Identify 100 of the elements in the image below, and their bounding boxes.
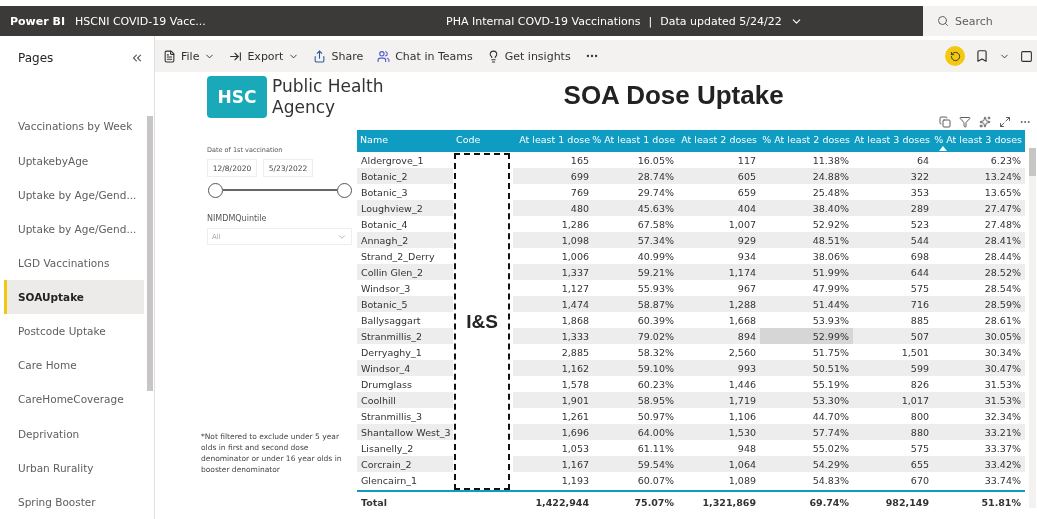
app-name[interactable]: Power BI [10,14,65,28]
share-icon [313,49,327,63]
table-cell: 58.87% [593,296,678,312]
table-cell: 30.47% [933,360,1025,376]
table-cell: 507 [853,328,933,344]
table-cell: 38.40% [760,200,853,216]
logo-text: Agency [272,97,337,118]
page-item[interactable]: Urban Rurality [4,450,144,485]
table-cell: 716 [853,296,933,312]
table-cell: Coolhill [357,392,453,408]
table-cell: Collin Glen_2 [357,264,453,280]
table-cell: 52.99% [760,328,853,344]
table-cell: 64.00% [593,424,678,440]
toolbar-button[interactable]: Chat in Teams [377,49,473,63]
table-cell: Botanic_2 [357,168,453,184]
page-item[interactable]: Postcode Uptake [4,314,144,349]
copy-icon[interactable] [939,116,951,128]
table-cell: 599 [853,360,933,376]
logo-text: Public Health [272,76,384,97]
page-item[interactable]: CareHomeCoverage [4,382,144,417]
table-cell: 880 [853,424,933,440]
data-updated-label[interactable]: Data updated 5/24/22 [660,14,782,28]
report-name[interactable]: HSCNI COVID-19 Vacc... [75,14,206,28]
table-cell: 54.29% [760,456,853,472]
table-cell: 929 [678,232,760,248]
logo-mark: HSC [207,76,267,118]
table-cell: 1,167 [513,456,593,472]
toolbar-button[interactable]: Export [229,49,300,63]
table-cell: 48.51% [760,232,853,248]
table-cell: 1,017 [853,392,933,408]
page-item[interactable]: Care Home [4,348,144,383]
bookmark-icon[interactable] [975,49,989,63]
table-cell: 993 [678,360,760,376]
table-cell: 480 [513,200,593,216]
table-cell: 45.63% [593,200,678,216]
page-item[interactable]: Uptake by Age/Gend... [4,211,144,246]
table-cell: 28.52% [933,264,1025,280]
page-item[interactable]: SOAUptake [4,280,144,315]
report-title: SOA Dose Uptake [563,80,784,111]
reset-button[interactable] [945,46,965,66]
filter-icon[interactable] [959,116,971,128]
page-item[interactable]: UptakebyAge [4,143,144,178]
table-cell: 1,901 [513,392,593,408]
table-cell: 1,474 [513,296,593,312]
table-cell: 57.74% [760,424,853,440]
table-cell: 31.53% [933,392,1025,408]
table-cell: 1,696 [513,424,593,440]
table-cell: 57.34% [593,232,678,248]
table-cell: 59.54% [593,456,678,472]
table-cell: 699 [513,168,593,184]
reset-icon [949,50,961,62]
table-cell: 322 [853,168,933,184]
table-cell: Botanic_5 [357,296,453,312]
table-cell: 1,064 [678,456,760,472]
redaction-box: I&S [454,153,510,490]
table-cell: 1,337 [513,264,593,280]
table-cell: 59.10% [593,360,678,376]
table-cell: 28.59% [933,296,1025,312]
table-cell: 1,162 [513,360,593,376]
focus-mode-icon[interactable] [999,116,1011,128]
table-cell: 1,530 [678,424,760,440]
table-cell: 289 [853,200,933,216]
table-cell: 1,719 [678,392,760,408]
file-icon [163,49,176,63]
table-cell: 30.05% [933,328,1025,344]
export-icon [229,49,243,63]
table-cell: 59.21% [593,264,678,280]
toolbar-button[interactable]: File [163,49,216,63]
table-cell: 50.51% [760,360,853,376]
table-cell: 33.21% [933,424,1025,440]
view-icon[interactable] [1020,49,1033,63]
table-cell: 1,174 [678,264,760,280]
slider-handle[interactable] [337,182,352,198]
scrollbar[interactable] [147,116,153,391]
page-item[interactable]: Spring Booster [4,484,144,519]
table-cell: Stranmillis_2 [357,328,453,344]
table-cell: Loughview_2 [357,200,453,216]
table-cell: Annagh_2 [357,232,453,248]
table-cell: 644 [853,264,933,280]
table-cell: 13.24% [933,168,1025,184]
pages-title: Pages [18,50,54,65]
table-cell: 24.88% [760,168,853,184]
page-item[interactable]: LGD Vaccinations [4,245,144,281]
search-field[interactable]: Search [923,6,1037,36]
page-item[interactable]: Uptake by Age/Gend... [4,177,144,212]
table-cell: 33.42% [933,456,1025,472]
toolbar-button[interactable]: Get insights [486,49,571,63]
toolbar-button[interactable]: Share [313,49,364,63]
scrollbar[interactable] [1029,148,1036,508]
table-cell: 544 [853,232,933,248]
table-cell: 655 [853,456,933,472]
slider-handle[interactable] [208,182,223,198]
table-cell: 1,288 [678,296,760,312]
table-cell: 53.30% [760,392,853,408]
slicer-label: NIMDMQuintile [207,214,268,223]
table-cell: 28.74% [593,168,678,184]
table-cell: 79.02% [593,328,678,344]
page-item[interactable]: Vaccinations by Week [4,109,144,144]
table-cell: 605 [678,168,760,184]
page-item[interactable]: Deprivation [4,416,144,451]
